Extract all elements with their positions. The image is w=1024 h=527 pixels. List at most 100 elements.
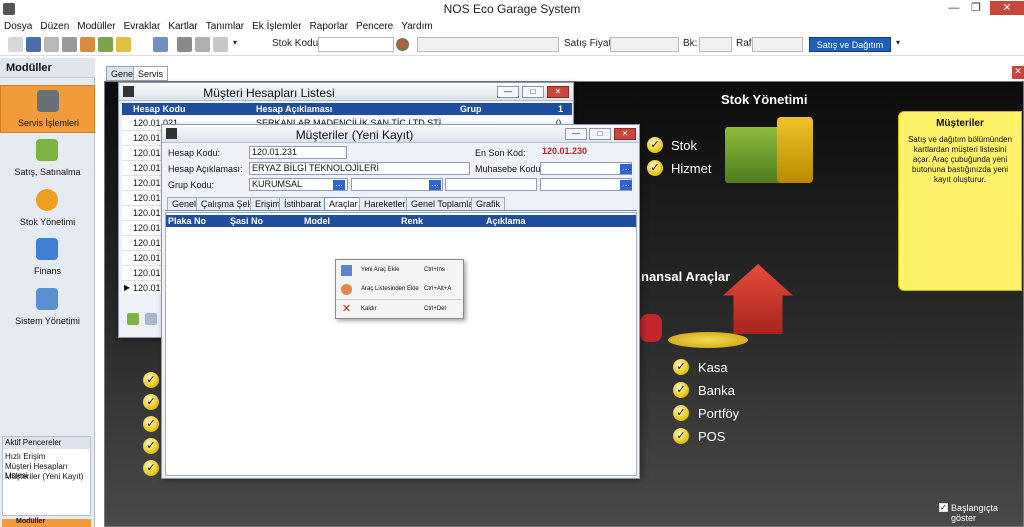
menu-kartlar[interactable]: Kartlar xyxy=(168,21,197,32)
tab-hareketler[interactable]: Hareketler xyxy=(359,197,411,210)
hizmet-link[interactable]: Hizmet xyxy=(671,161,711,176)
active-window-item[interactable]: Hızlı Erişim xyxy=(5,452,45,461)
raf-field xyxy=(752,37,803,52)
col-renk[interactable]: Renk xyxy=(401,216,423,226)
pos-link[interactable]: POS xyxy=(698,429,725,444)
module-label: Servis İşlemleri xyxy=(17,118,79,128)
copy-icon[interactable] xyxy=(145,313,157,325)
col-extra[interactable]: 1 xyxy=(558,104,563,114)
maximize-button[interactable]: □ xyxy=(522,86,544,98)
report-icon[interactable] xyxy=(98,37,113,52)
print-icon[interactable] xyxy=(62,37,77,52)
close-tab-icon[interactable]: ✕ xyxy=(1012,66,1024,79)
menu-tanimlar[interactable]: Tanımlar xyxy=(206,21,244,32)
module-label: Satış, Satınalma xyxy=(14,167,81,177)
module-sistem[interactable]: Sistem Yönetimi xyxy=(0,284,95,332)
menu-item-yeni-arac[interactable]: Yeni Araç Ekle Ctrl+Ins xyxy=(336,261,463,280)
col-hesap-kodu[interactable]: Hesap Kodu xyxy=(133,104,186,114)
color-balls-icon[interactable] xyxy=(396,38,409,51)
portfoy-link[interactable]: Portföy xyxy=(698,406,739,421)
stok-kodu-input[interactable] xyxy=(318,37,394,52)
muhasebe-kodu-input[interactable] xyxy=(540,162,632,175)
menu-evraklar[interactable]: Evraklar xyxy=(124,21,161,32)
menu-item-arac-listesinden[interactable]: Araç Listesinden Ekle Ctrl+Alt+A xyxy=(336,280,463,299)
menu-ek-islemler[interactable]: Ek İşlemler xyxy=(252,21,301,32)
col-model[interactable]: Model xyxy=(304,216,330,226)
refresh-icon[interactable] xyxy=(127,313,139,325)
satis-dagitim-dropdown-icon[interactable]: ▾ xyxy=(896,38,900,47)
save-icon[interactable] xyxy=(26,37,41,52)
grup2-lookup-button[interactable]: … xyxy=(429,180,441,190)
kasa-link[interactable]: Kasa xyxy=(698,360,728,375)
module-label: Stok Yönetimi xyxy=(19,217,76,227)
tab-grafik[interactable]: Grafik xyxy=(471,197,506,210)
grup4-input[interactable] xyxy=(540,178,632,191)
tab-servis[interactable]: Servis xyxy=(133,66,169,81)
grup-lookup-button[interactable]: … xyxy=(333,180,345,190)
col-hesap-aciklamasi[interactable]: Hesap Açıklaması xyxy=(256,104,332,114)
list-header: Hesap Kodu Hesap Açıklaması Grup 1 xyxy=(122,103,572,115)
modules-footer[interactable]: Modüller xyxy=(2,518,91,527)
module-finans[interactable]: Finans xyxy=(0,234,95,282)
hesap-kodu-input[interactable]: 120.01.231 xyxy=(249,146,347,159)
col-aciklama[interactable]: Açıklama xyxy=(486,216,526,226)
menu-yardim[interactable]: Yardım xyxy=(401,21,433,32)
hesap-aciklamasi-input[interactable]: ERYAZ BİLGİ TEKNOLOJİLERİ xyxy=(249,162,470,175)
undo-icon[interactable] xyxy=(153,37,168,52)
minimize-button[interactable]: — xyxy=(944,1,964,15)
toolbar-dropdown-icon[interactable]: ▾ xyxy=(233,38,237,47)
users-icon[interactable] xyxy=(80,37,95,52)
tools-icon xyxy=(37,90,59,112)
delete-icon[interactable] xyxy=(44,37,59,52)
active-windows-panel: Aktif Pencereler Hızlı Erişim Müşteri He… xyxy=(2,436,91,516)
vehicles-grid[interactable]: Plaka No Şasi No Model Renk Açıklama xyxy=(165,212,637,476)
gear-icon xyxy=(36,189,58,211)
check-icon: ✓ xyxy=(673,359,689,375)
finans-section-title: nansal Araçlar xyxy=(641,269,731,284)
maximize-button[interactable]: □ xyxy=(589,128,611,140)
grup4-lookup-button[interactable]: … xyxy=(620,180,632,190)
muhasebe-lookup-button[interactable]: … xyxy=(620,164,632,174)
active-window-item[interactable]: Müşteriler (Yeni Kayıt) xyxy=(5,472,83,481)
maximize-button[interactable]: ❐ xyxy=(966,1,986,15)
row-kod: 120.01. xyxy=(133,178,164,188)
row-kod: 120.01. xyxy=(133,283,164,293)
module-servis[interactable]: Servis İşlemleri xyxy=(0,85,95,133)
close-button[interactable]: ✕ xyxy=(547,86,569,98)
cut-icon[interactable] xyxy=(177,37,192,52)
pencil-icon xyxy=(36,139,58,161)
module-satis[interactable]: Satış, Satınalma xyxy=(0,135,95,183)
row-kod: 120.01. xyxy=(133,268,164,278)
banka-link[interactable]: Banka xyxy=(698,383,735,398)
col-plaka-no[interactable]: Plaka No xyxy=(168,216,206,226)
row-kod: 120.01. xyxy=(133,193,164,203)
col-sasi-no[interactable]: Şasi No xyxy=(230,216,263,226)
row-kod: 120.01. xyxy=(133,133,164,143)
tab-araclar[interactable]: Araçlar xyxy=(324,197,363,210)
minimize-button[interactable]: — xyxy=(497,86,519,98)
startup-checkbox[interactable]: ✓ xyxy=(939,503,948,512)
col-grup[interactable]: Grup xyxy=(460,104,482,114)
module-stok[interactable]: Stok Yönetimi xyxy=(0,185,95,233)
forklift-icon xyxy=(777,117,813,183)
check-icon: ✓ xyxy=(673,405,689,421)
menu-moduller[interactable]: Modüller xyxy=(77,21,115,32)
close-button[interactable]: ✕ xyxy=(990,1,1024,15)
stok-link[interactable]: Stok xyxy=(671,138,697,153)
paste-icon[interactable] xyxy=(213,37,228,52)
hesap-kodu-label: Hesap Kodu: xyxy=(168,148,221,158)
minimize-button[interactable]: — xyxy=(565,128,587,140)
menu-item-kaldir[interactable]: ✕ Kaldır Ctrl+Del xyxy=(336,299,463,318)
calc-icon[interactable] xyxy=(116,37,131,52)
menu-duzen[interactable]: Düzen xyxy=(40,21,69,32)
close-button[interactable]: ✕ xyxy=(614,128,636,140)
menu-raporlar[interactable]: Raporlar xyxy=(310,21,348,32)
grup3-input[interactable] xyxy=(445,178,537,191)
menu-pencere[interactable]: Pencere xyxy=(356,21,393,32)
new-doc-icon[interactable] xyxy=(8,37,23,52)
satis-dagitim-button[interactable]: Satış ve Dağıtım xyxy=(809,37,891,52)
menu-dosya[interactable]: Dosya xyxy=(4,21,32,32)
copy-icon[interactable] xyxy=(195,37,210,52)
tab-istihbarat[interactable]: İstihbarat xyxy=(279,197,327,210)
menu-item-shortcut: Ctrl+Del xyxy=(424,306,446,312)
